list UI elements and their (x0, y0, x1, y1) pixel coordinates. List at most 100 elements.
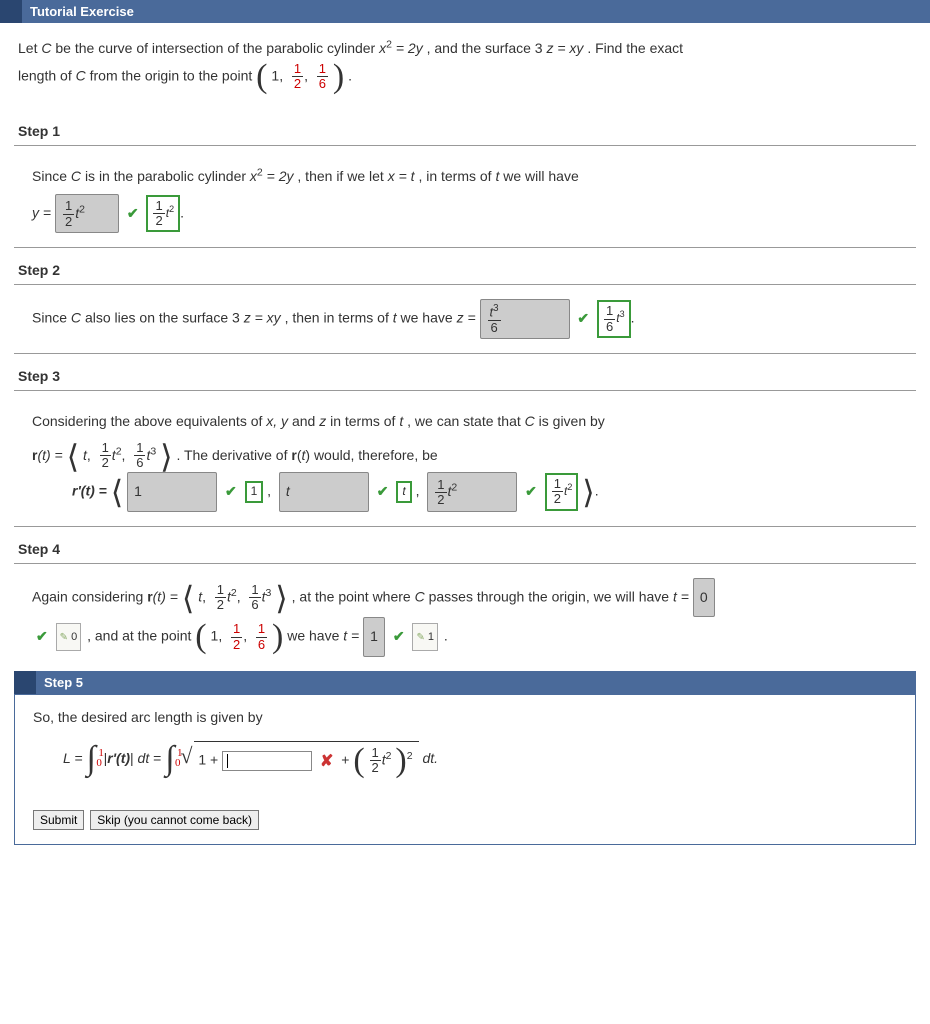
var-x: x (250, 168, 257, 184)
text: . The derivative of (176, 447, 291, 463)
step3-answer-1[interactable]: 1 (127, 472, 217, 512)
var-t: t (495, 168, 499, 184)
rangle: ⟩ (160, 438, 172, 474)
step3-hint-1[interactable]: 1 (245, 481, 264, 502)
check-icon: ✔ (377, 483, 389, 499)
t-eq: t = (673, 588, 693, 604)
step3-hint-2[interactable]: t (396, 481, 411, 502)
text: be the curve of intersection of the para… (55, 40, 379, 56)
rangle: ⟩ (582, 474, 594, 510)
text: in terms of (330, 413, 399, 429)
langle: ⟨ (111, 474, 123, 510)
pt-x: 1 (271, 67, 279, 83)
problem-statement: Let C be the curve of intersection of th… (0, 23, 930, 109)
check-icon: ✔ (127, 205, 139, 221)
text: passes through the origin, we will have (429, 588, 673, 604)
chip-1[interactable]: ✎ 1 (412, 623, 438, 651)
text: Let (18, 40, 41, 56)
rprime-row: r'(t) = ⟨ 1 ✔ 1 , t ✔ t , 12t2 ✔ 12t2 ⟩. (72, 472, 898, 512)
text: Considering the above equivalents of (32, 413, 266, 429)
step3-answer-2[interactable]: t (279, 472, 369, 512)
sqrt: 1 + ✘ + ( 12t2 )2 (182, 741, 418, 778)
text: also lies on the surface 3 (85, 310, 240, 326)
header-title: Tutorial Exercise (30, 4, 134, 19)
exp: 2 (257, 167, 263, 179)
var-z: z (319, 413, 326, 429)
text: , and at the point (87, 628, 195, 644)
text: , in terms of (418, 168, 495, 184)
lparen: ( (256, 57, 267, 94)
var-c: C (71, 168, 81, 184)
text: Again considering (32, 588, 147, 604)
text: , then if we let (297, 168, 387, 184)
skip-button[interactable]: Skip (you cannot come back) (90, 810, 259, 830)
step3-body: Considering the above equivalents of x, … (14, 390, 916, 527)
check-icon: ✔ (36, 628, 48, 644)
step2-answer[interactable]: t36 (480, 299, 570, 339)
step1-label: Step 1 (18, 123, 930, 139)
eq: = xy (557, 40, 583, 56)
text: , and the surface 3 (427, 40, 543, 56)
arc-length-expr: L = ∫10 |r'(t)| dt = ∫10 1 + ✘ + ( 12t2 … (63, 741, 438, 778)
tutorial-header: Tutorial Exercise (0, 0, 930, 23)
check-icon: ✔ (577, 310, 589, 326)
vars: x, y (266, 413, 288, 429)
y-eq: y = (32, 204, 55, 220)
var-z: z (546, 40, 553, 56)
text: , we can state that (407, 413, 525, 429)
check-icon: ✔ (525, 483, 537, 499)
var-c: C (525, 413, 535, 429)
pt-y: 12 (292, 62, 303, 92)
text: . (348, 67, 352, 83)
var-c: C (76, 67, 86, 83)
step2-hint[interactable]: 16t3 (597, 300, 631, 338)
step4-answer-0[interactable]: 0 (693, 578, 715, 618)
text: length of (18, 67, 76, 83)
step3-label: Step 3 (18, 368, 930, 384)
step5-label: Step 5 (44, 675, 83, 690)
L-eq: L = (63, 750, 87, 766)
step3-answer-3[interactable]: 12t2 (427, 472, 517, 512)
submit-button[interactable]: Submit (33, 810, 84, 830)
text: Since (32, 168, 71, 184)
step1-body: Since C is in the parabolic cylinder x2 … (14, 145, 916, 248)
eq: = 2y (267, 168, 294, 184)
r-label: r (291, 447, 296, 463)
text: . Find the exact (587, 40, 683, 56)
step2-label: Step 2 (18, 262, 930, 278)
text: we have (287, 628, 343, 644)
text: , at the point where (292, 588, 415, 604)
text: from the origin to the point (90, 67, 257, 83)
rparen: ) (333, 57, 344, 94)
text: . (444, 628, 448, 644)
step5-body: So, the desired arc length is given by L… (14, 694, 916, 845)
text: So, the desired arc length is given by (33, 709, 263, 725)
rprime: r'(t) (107, 750, 130, 766)
var-z: z (244, 310, 251, 326)
comp1: t (83, 447, 87, 463)
rangle: ⟩ (275, 580, 287, 616)
var-t: t (393, 310, 397, 326)
step4-body: Again considering r(t) = ⟨ t, 12t2, 16t3… (14, 563, 916, 671)
var-t: t (399, 413, 403, 429)
text: is in the parabolic cylinder (85, 168, 250, 184)
text: and (292, 413, 319, 429)
step4-answer-1[interactable]: 1 (363, 617, 385, 657)
comp3: 16 (134, 441, 145, 471)
step1-answer[interactable]: 12t2 (55, 194, 119, 234)
step2-body: Since C also lies on the surface 3 z = x… (14, 284, 916, 354)
rprime: r'(t) = (72, 483, 111, 499)
step1-hint[interactable]: 12t2 (146, 195, 180, 233)
chip-0[interactable]: ✎ 0 (56, 623, 82, 651)
text: (t) = (37, 447, 66, 463)
text: Since (32, 310, 71, 326)
text: , then in terms of (285, 310, 393, 326)
rparen: ) (272, 618, 283, 655)
x-icon: ✘ (320, 753, 333, 770)
lparen: ( (195, 618, 206, 655)
step5-input[interactable] (222, 751, 312, 771)
check-icon: ✔ (225, 483, 237, 499)
let: x = t (388, 168, 415, 184)
step3-hint-3[interactable]: 12t2 (545, 473, 579, 511)
text: is given by (539, 413, 605, 429)
